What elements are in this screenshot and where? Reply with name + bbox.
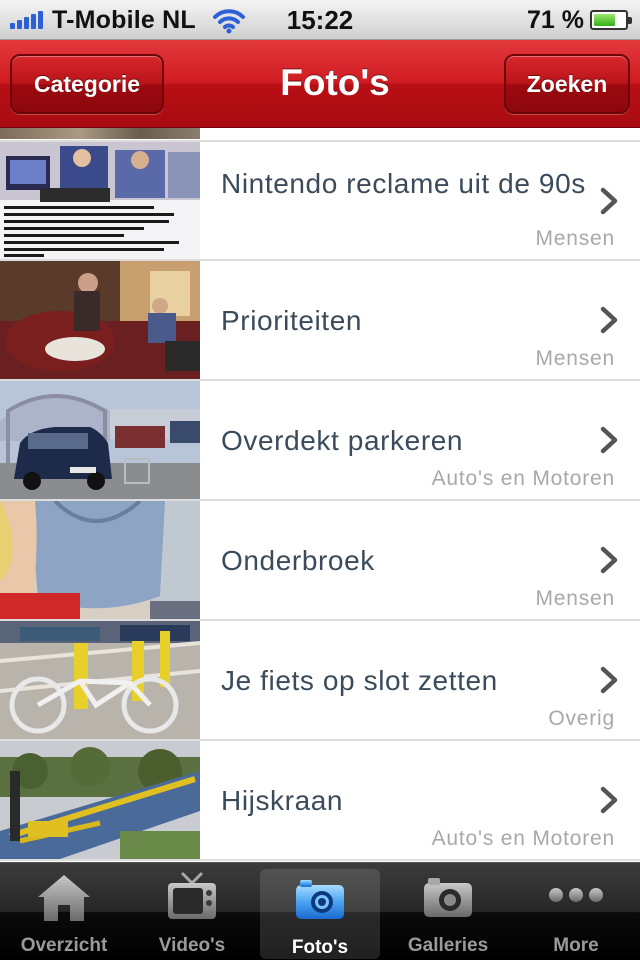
- tab-bar: Overzicht Video's Foto's Galleries More: [0, 862, 640, 960]
- chevron-right-icon: [600, 786, 618, 814]
- photo-thumbnail: [0, 381, 200, 499]
- item-category: Mensen: [535, 587, 615, 610]
- list-item[interactable]: Onderbroek Mensen: [0, 501, 640, 621]
- camera-icon: [424, 878, 472, 917]
- list-item[interactable]: Nintendo reclame uit de 90s Mensen: [0, 142, 640, 261]
- page-title: Foto's: [280, 62, 390, 103]
- item-title: Overdekt parkeren: [221, 425, 464, 456]
- item-title: Onderbroek: [221, 545, 375, 576]
- item-category: Overig: [548, 707, 615, 730]
- photo-thumbnail: [0, 501, 200, 619]
- photo-thumbnail: [0, 741, 200, 859]
- chevron-right-icon: [600, 187, 618, 215]
- item-category: Mensen: [535, 347, 615, 370]
- photo-thumbnail: [0, 621, 200, 739]
- chevron-right-icon: [600, 546, 618, 574]
- tab-overzicht[interactable]: Overzicht: [0, 863, 128, 960]
- partial-thumbnail: [0, 128, 200, 139]
- photo-list[interactable]: Nintendo reclame uit de 90s Mensen Prior…: [0, 128, 640, 862]
- tab-galleries[interactable]: Galleries: [384, 863, 512, 960]
- list-item[interactable]: Je fiets op slot zetten Overig: [0, 621, 640, 741]
- list-item[interactable]: Hijskraan Auto's en Motoren: [0, 741, 640, 861]
- status-bar: T-Mobile NL 15:22 71 %: [0, 0, 640, 40]
- chevron-right-icon: [600, 306, 618, 334]
- tab-fotos[interactable]: Foto's: [260, 869, 380, 959]
- tab-label: Foto's: [291, 937, 349, 958]
- item-title: Hijskraan: [221, 785, 344, 816]
- list-item[interactable]: Prioriteiten Mensen: [0, 261, 640, 381]
- camera-icon: [296, 880, 344, 919]
- zoeken-button[interactable]: Zoeken: [504, 54, 630, 114]
- chevron-right-icon: [600, 666, 618, 694]
- tab-more[interactable]: More: [512, 863, 640, 960]
- house-icon: [38, 875, 90, 921]
- tv-icon: [168, 871, 216, 919]
- battery-fill: [594, 14, 615, 26]
- tab-label: More: [553, 935, 599, 956]
- item-title: Nintendo reclame uit de 90s: [221, 168, 586, 199]
- item-category: Auto's en Motoren: [431, 827, 615, 850]
- chevron-right-icon: [600, 426, 618, 454]
- photo-thumbnail: [0, 261, 200, 379]
- battery-icon: [590, 10, 632, 30]
- list-item[interactable]: Overdekt parkeren Auto's en Motoren: [0, 381, 640, 501]
- photo-thumbnail: [0, 142, 200, 259]
- more-dots-icon: [549, 888, 603, 902]
- tab-label: Overzicht: [20, 935, 108, 956]
- tab-videos[interactable]: Video's: [128, 863, 256, 960]
- tab-label: Galleries: [407, 935, 489, 956]
- categorie-button[interactable]: Categorie: [10, 54, 164, 114]
- navigation-bar: Categorie Foto's Zoeken: [0, 40, 640, 128]
- battery-percentage: 71 %: [527, 6, 584, 34]
- item-category: Mensen: [535, 227, 615, 250]
- item-category: Auto's en Motoren: [431, 467, 615, 490]
- item-title: Prioriteiten: [221, 305, 363, 336]
- tab-label: Video's: [158, 935, 226, 956]
- status-time-text: 15:22: [286, 5, 354, 35]
- item-title: Je fiets op slot zetten: [221, 665, 498, 696]
